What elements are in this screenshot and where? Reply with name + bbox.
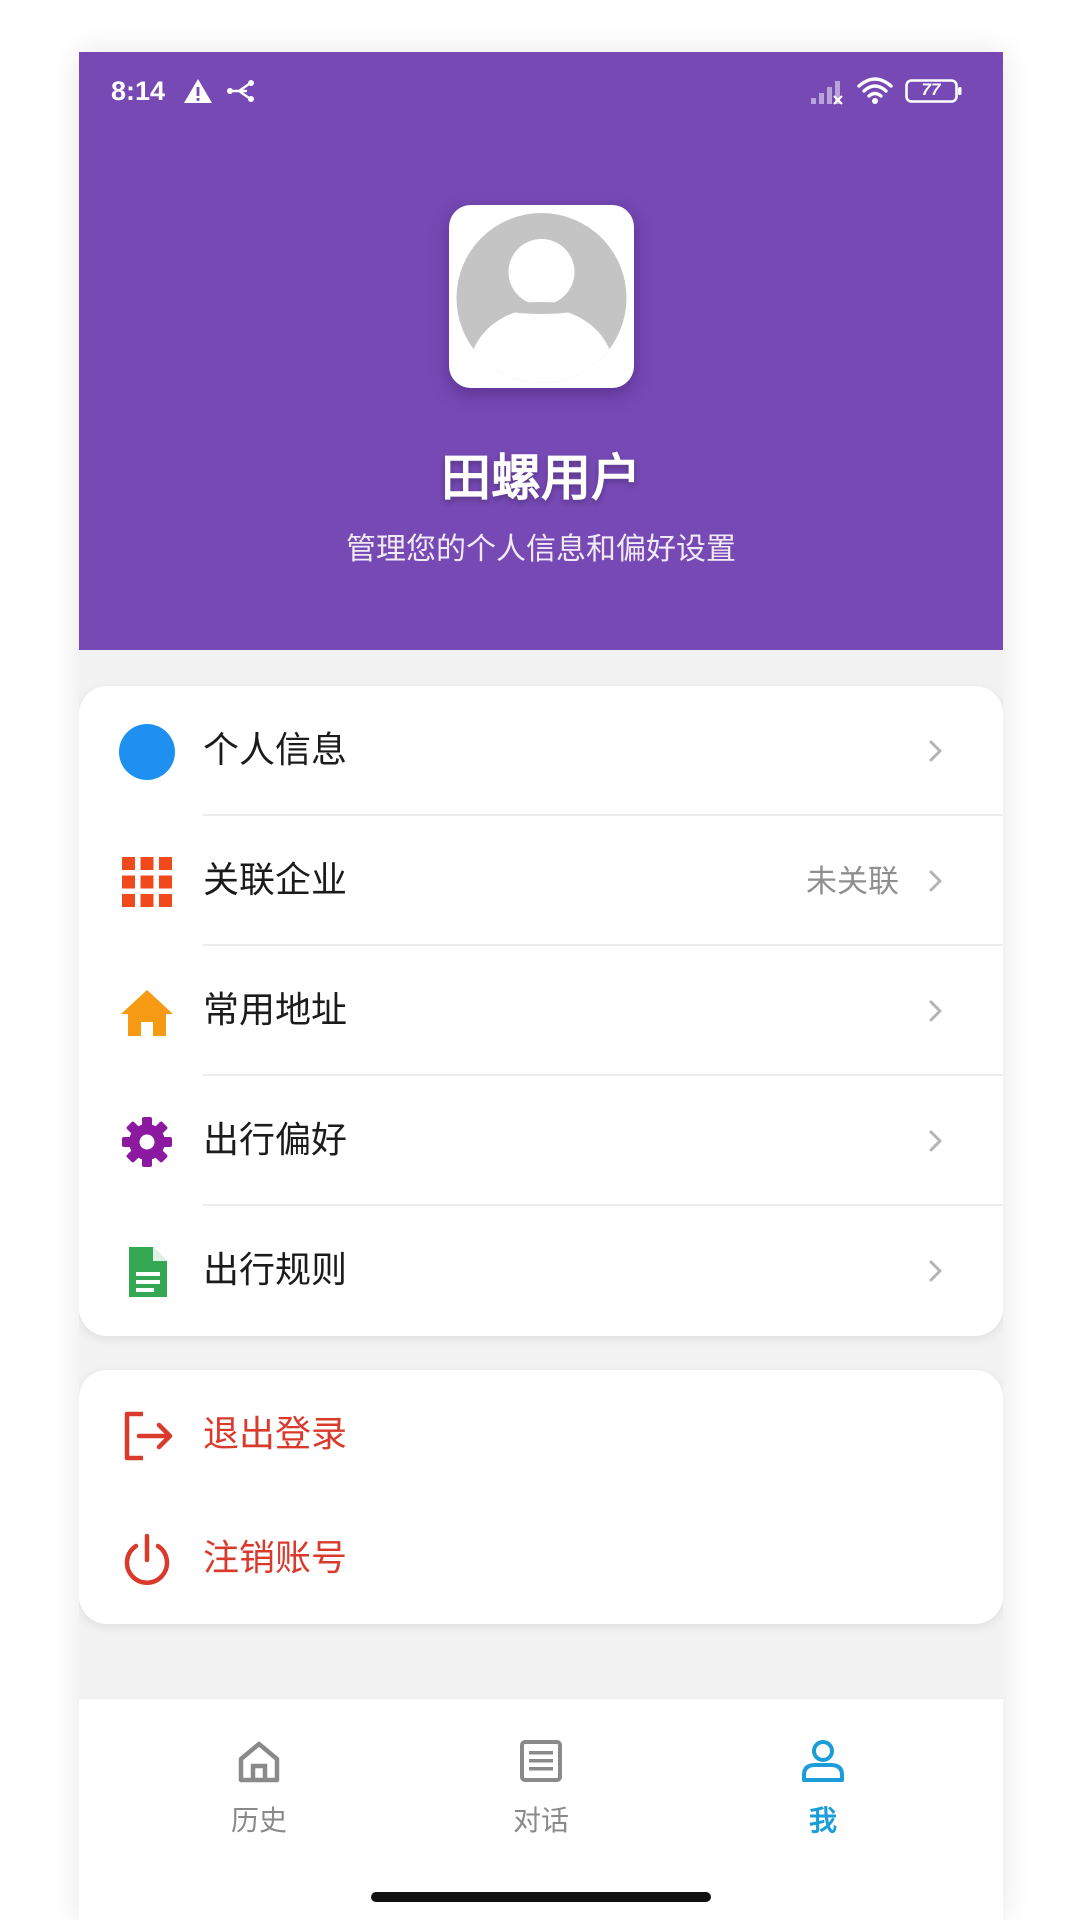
menu-item-label: 出行偏好 bbox=[203, 1120, 348, 1161]
profile-subtitle: 管理您的个人信息和偏好设置 bbox=[346, 532, 736, 567]
bottom-nav: 历史 对话 我 bbox=[79, 1698, 1003, 1920]
battery-level: 77 bbox=[921, 80, 941, 99]
tab-chat[interactable]: 对话 bbox=[441, 1737, 641, 1847]
network-icon bbox=[227, 80, 254, 102]
circle-icon bbox=[119, 724, 175, 780]
document-icon bbox=[129, 1247, 167, 1297]
logout-icon bbox=[124, 1411, 173, 1461]
settings-card: 个人信息 关联企业 未关联 常用地址 出行偏好 出行规则 bbox=[79, 686, 1003, 1336]
tab-history[interactable]: 历史 bbox=[159, 1737, 359, 1847]
power-icon bbox=[124, 1533, 170, 1585]
delete-account-label: 注销账号 bbox=[203, 1538, 348, 1579]
menu-item-label: 个人信息 bbox=[203, 730, 348, 771]
logout-label: 退出登录 bbox=[203, 1414, 348, 1455]
menu-item-personal-info[interactable]: 个人信息 bbox=[79, 686, 1003, 816]
home-icon bbox=[121, 990, 173, 1036]
person-icon bbox=[802, 1740, 844, 1782]
menu-item-label: 常用地址 bbox=[203, 990, 348, 1031]
menu-item-travel-rules[interactable]: 出行规则 bbox=[79, 1206, 1003, 1336]
avatar[interactable] bbox=[449, 205, 634, 388]
menu-item-addresses[interactable]: 常用地址 bbox=[79, 946, 1003, 1076]
gear-icon bbox=[122, 1117, 172, 1167]
account-card: 退出登录 注销账号 bbox=[79, 1370, 1003, 1624]
profile-name: 田螺用户 bbox=[441, 449, 641, 507]
delete-account-button[interactable]: 注销账号 bbox=[79, 1498, 1003, 1622]
profile-header: 8:14 77 田螺用户 管理您的个人信息和偏好设置 bbox=[79, 52, 1003, 650]
list-icon bbox=[520, 1740, 562, 1782]
home-indicator[interactable] bbox=[371, 1892, 711, 1902]
tab-label: 对话 bbox=[512, 1804, 569, 1837]
tab-label: 我 bbox=[808, 1804, 837, 1837]
chevron-right-icon bbox=[929, 740, 942, 762]
chevron-right-icon bbox=[929, 1130, 942, 1152]
chevron-right-icon bbox=[929, 870, 942, 892]
menu-item-label: 出行规则 bbox=[203, 1250, 348, 1291]
tab-label: 历史 bbox=[230, 1804, 287, 1837]
wifi-icon bbox=[857, 77, 893, 104]
tab-me[interactable]: 我 bbox=[723, 1737, 923, 1847]
signal-icon bbox=[811, 81, 843, 105]
menu-item-travel-preferences[interactable]: 出行偏好 bbox=[79, 1076, 1003, 1206]
status-bar: 8:14 77 bbox=[79, 52, 1003, 132]
grid-icon bbox=[122, 857, 172, 907]
app-screen: 8:14 77 田螺用户 管理您的个人信息和偏好设置 个人信息 关联企业 未关联… bbox=[79, 52, 1003, 1920]
menu-item-linked-company[interactable]: 关联企业 未关联 bbox=[79, 816, 1003, 946]
chevron-right-icon bbox=[929, 1260, 942, 1282]
warning-icon bbox=[184, 79, 212, 103]
logout-button[interactable]: 退出登录 bbox=[79, 1374, 1003, 1498]
chevron-right-icon bbox=[929, 1000, 942, 1022]
menu-item-label: 关联企业 bbox=[203, 860, 348, 901]
company-status: 未关联 bbox=[806, 864, 899, 900]
home-outline-icon bbox=[238, 1741, 280, 1783]
status-time: 8:14 bbox=[111, 76, 166, 106]
default-avatar-icon bbox=[456, 213, 627, 383]
